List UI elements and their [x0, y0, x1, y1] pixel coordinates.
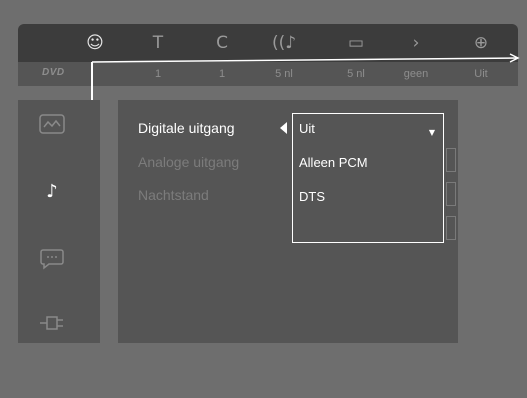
menu-item-analog-output[interactable]: Analoge uitgang	[138, 153, 239, 171]
value-box	[446, 216, 456, 240]
category-sidebar: ♪	[18, 100, 100, 343]
value-box	[446, 148, 456, 172]
option-off[interactable]: Uit	[299, 120, 315, 138]
speech-bubble-icon[interactable]	[38, 248, 66, 272]
music-note-icon[interactable]: ♪	[38, 180, 66, 204]
option-dts[interactable]: DTS	[299, 188, 325, 206]
value-box	[446, 182, 456, 206]
menu-item-night-mode[interactable]: Nachtstand	[138, 186, 209, 204]
option-pcm-only[interactable]: Alleen PCM	[299, 154, 368, 172]
plug-icon[interactable]	[38, 314, 66, 338]
menu-item-digital-output[interactable]: Digitale uitgang	[138, 119, 235, 137]
selection-arrow-icon	[280, 122, 287, 134]
picture-icon[interactable]	[38, 114, 66, 138]
chevron-down-icon: ▼	[428, 128, 435, 137]
digital-output-dropdown[interactable]: Uit ▼ Alleen PCM DTS	[292, 113, 444, 243]
